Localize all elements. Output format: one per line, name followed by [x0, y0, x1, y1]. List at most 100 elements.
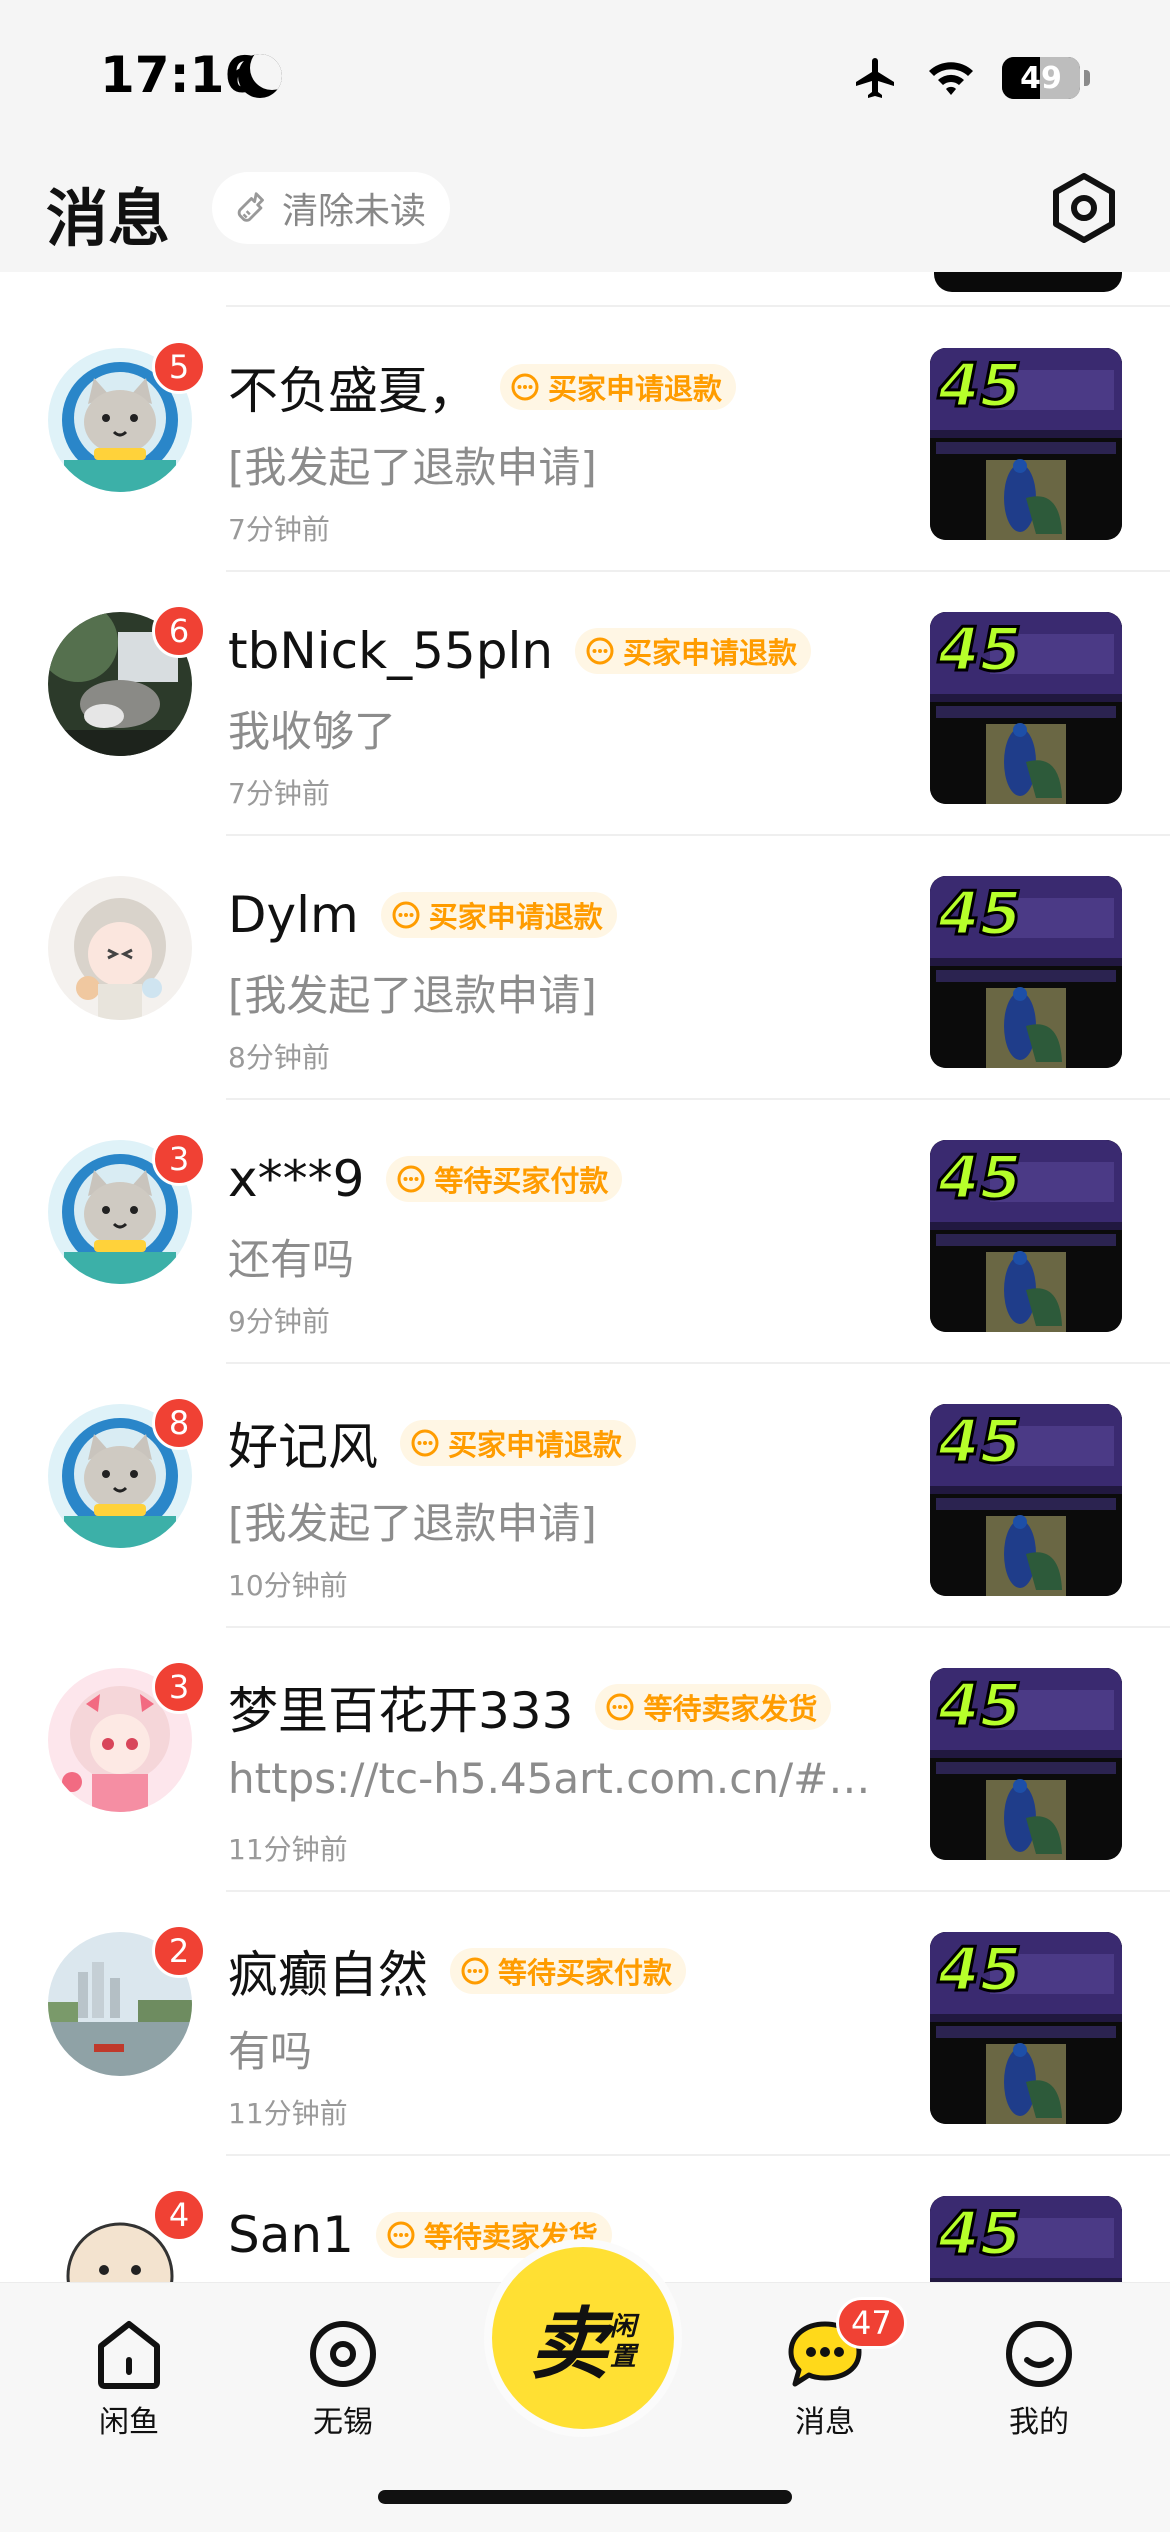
- name-row: 不负盛夏， 买家申请退款: [228, 354, 737, 420]
- item-thumbnail[interactable]: 45: [930, 612, 1122, 804]
- last-message: 还有吗: [228, 1235, 355, 1284]
- last-message: [我发起了退款申请]: [228, 443, 597, 492]
- last-message: https://tc-h5.45art.com.cn/#/...: [228, 1754, 878, 1803]
- tab-profile[interactable]: 我的: [964, 2293, 1114, 2443]
- order-status-label: 买家申请退款: [623, 636, 798, 670]
- last-message: 有吗: [228, 2027, 313, 2076]
- message-time: 7分钟前: [228, 777, 330, 810]
- contact-name: 不负盛夏，: [228, 362, 478, 420]
- name-row: Dylm 买家申请退款: [228, 882, 617, 948]
- clear-unread-label: 清除未读: [282, 191, 427, 232]
- tab-label: 无锡: [313, 2405, 373, 2440]
- last-message: [我发起了退款申请]: [228, 1499, 597, 1548]
- status-icon: [586, 637, 614, 665]
- unread-badge: 6: [152, 604, 206, 658]
- order-status-tag: 等待买家付款: [386, 1156, 623, 1202]
- message-count-badge: 47: [836, 2297, 907, 2349]
- thumb-logo: 45: [937, 1143, 1022, 1213]
- item-thumbnail[interactable]: 45: [930, 348, 1122, 540]
- status-icon: [392, 901, 420, 929]
- thumb-logo: 45: [937, 1671, 1022, 1741]
- status-time: 17:16: [100, 46, 260, 104]
- broom-icon: [237, 192, 264, 222]
- unread-badge: 5: [152, 340, 206, 394]
- name-row: 梦里百花开333 等待卖家发货: [228, 1674, 832, 1740]
- contact-name: 疯癫自然: [228, 1946, 428, 2004]
- last-message: [我发起了退款申请]: [228, 971, 597, 1020]
- sell-sub-label: 闲 置: [610, 2312, 636, 2372]
- item-thumbnail[interactable]: 45: [930, 1932, 1122, 2124]
- tab-location[interactable]: 无锡: [268, 2293, 418, 2443]
- status-icon: [511, 373, 539, 401]
- conversation-item[interactable]: 3 x***9 等待买家付款还有吗 9分钟前 45: [0, 1100, 1170, 1364]
- message-time: 7分钟前: [228, 513, 330, 546]
- conversation-item[interactable]: Dylm 买家申请退款 [我发起了退款申请] 8分钟前 45: [0, 836, 1170, 1100]
- name-row: 好记风 买家申请退款: [228, 1410, 637, 1476]
- conversation-item[interactable]: 8 好记风 买家申请退款 [我发起了退款申请] 10分钟前 45: [0, 1364, 1170, 1628]
- page-title: 消息: [46, 182, 171, 255]
- status-icons: 49: [852, 54, 1090, 102]
- status-icon: [461, 1957, 489, 1985]
- airplane-icon: [856, 58, 894, 98]
- conversation-item[interactable]: 5 不负盛夏， 买家申请退款 [我发起了退款申请] 7分钟前 45: [0, 308, 1170, 572]
- sell-sub-2: 置: [610, 2342, 637, 2372]
- item-thumbnail[interactable]: 45: [930, 2196, 1122, 2282]
- order-status-tag: 买家申请退款: [575, 628, 812, 674]
- order-status-tag: 买家申请退款: [400, 1420, 637, 1466]
- item-thumbnail[interactable]: 45: [930, 1140, 1122, 1332]
- partial-thumbnail: [934, 272, 1122, 292]
- unread-badge: 3: [152, 1132, 206, 1186]
- message-time: 9分钟前: [228, 1305, 330, 1338]
- item-thumbnail[interactable]: 45: [930, 876, 1122, 1068]
- moon-icon: [238, 54, 282, 98]
- last-message: 我收够了: [228, 707, 397, 756]
- tab-label: 消息: [795, 2405, 855, 2440]
- conversation-item[interactable]: 3 梦里百花开333 等待卖家发货 https://tc-h5.45art.com.c…: [0, 1628, 1170, 1892]
- thumb-logo: 45: [937, 351, 1022, 421]
- name-row: tbNick_55pln 买家申请退款: [228, 618, 812, 684]
- clear-unread-button[interactable]: 清除未读: [212, 172, 451, 244]
- contact-name: x***9: [228, 1150, 365, 1208]
- status-icon: [387, 2221, 415, 2249]
- contact-name: 梦里百花开333: [228, 1682, 574, 1740]
- battery-cap: [1084, 70, 1090, 86]
- tab-label: 我的: [1009, 2405, 1069, 2440]
- message-time: 11分钟前: [228, 2097, 348, 2130]
- battery-indicator: 49: [1002, 57, 1080, 99]
- location-icon: [310, 2321, 376, 2387]
- conversation-item[interactable]: 6 tbNick_55pln 买家申请退款我收够了 7分钟前 45: [0, 572, 1170, 836]
- settings-icon[interactable]: [1050, 172, 1118, 244]
- header: 消息 清除未读: [0, 150, 1170, 272]
- row-divider: [226, 305, 1170, 307]
- order-status-label: 买家申请退款: [428, 900, 603, 934]
- name-row: x***9 等待买家付款: [228, 1146, 623, 1212]
- contact-name: 好记风: [228, 1418, 378, 1476]
- home-icon: [98, 2321, 160, 2389]
- order-status-label: 等待买家付款: [434, 1164, 609, 1198]
- conversation-list[interactable]: 5 不负盛夏， 买家申请退款 [我发起了退款申请] 7分钟前 45 6 tbNick_55pl…: [0, 272, 1170, 2282]
- battery-percent: 49: [1020, 60, 1062, 96]
- order-status-tag: 买家申请退款: [380, 892, 617, 938]
- avatar[interactable]: [48, 876, 192, 1020]
- tab-home[interactable]: 闲鱼: [54, 2293, 204, 2443]
- home-indicator: [378, 2490, 792, 2504]
- status-icon: [397, 1165, 425, 1193]
- unread-badge: 4: [152, 2188, 206, 2242]
- order-status-tag: 买家申请退款: [500, 364, 737, 410]
- conversation-item[interactable]: 2 疯癫自然 等待买家付款有吗 11分钟前 45: [0, 1892, 1170, 2156]
- unread-badge: 3: [152, 1660, 206, 1714]
- unread-badge: 8: [152, 1396, 206, 1450]
- item-thumbnail[interactable]: 45: [930, 1668, 1122, 1860]
- status-icon: [411, 1429, 439, 1457]
- sell-button[interactable]: 卖 闲 置: [492, 2247, 674, 2429]
- contact-name: San1: [228, 2206, 354, 2264]
- unread-badge: 2: [152, 1924, 206, 1978]
- order-status-label: 买家申请退款: [448, 1428, 623, 1462]
- order-status-label: 等待买家付款: [498, 1956, 673, 1990]
- message-time: 10分钟前: [228, 1569, 348, 1602]
- sell-label: 卖: [529, 2300, 608, 2390]
- item-thumbnail[interactable]: 45: [930, 1404, 1122, 1596]
- sell-sub-1: 闲: [610, 2312, 637, 2342]
- contact-name: tbNick_55pln: [228, 622, 554, 680]
- thumb-logo: 45: [937, 2199, 1022, 2269]
